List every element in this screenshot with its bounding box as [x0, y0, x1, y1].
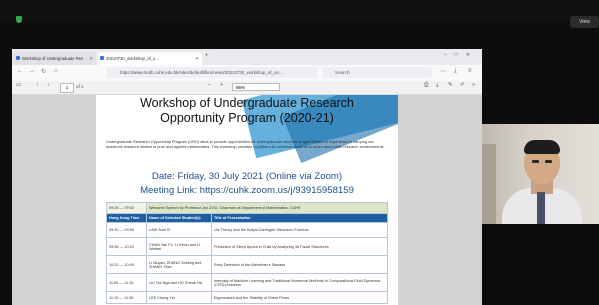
speaker-tie [537, 192, 545, 224]
speaker-eye [545, 160, 552, 163]
prev-page-icon[interactable]: ↑ [36, 82, 39, 88]
table-cell: 11:15 — 11:30 [106, 291, 147, 304]
tab-label: Workshop of Undergraduate Res [22, 56, 84, 61]
menu-icon[interactable]: ≡ [468, 68, 472, 74]
bookshelf [482, 144, 496, 224]
title-line: Opportunity Program (2020-21) [160, 111, 334, 125]
speaker-video-tile[interactable] [482, 124, 599, 224]
nav-bar: ← → ↻ ⌂ https://www.math.cuhk.edu.hk/sit… [12, 65, 482, 82]
document-title: Workshop of Undergraduate Research Oppor… [96, 95, 398, 125]
address-bar[interactable]: https://www.math.cuhk.edu.hk/sites/defau… [106, 67, 318, 78]
page-number-input[interactable]: 1 [60, 83, 74, 93]
table-cell: 09:30 — 09:55 [106, 222, 147, 238]
column-header: Name of Selected Student(s) [146, 213, 212, 223]
edit-icon[interactable]: ✎ [448, 82, 453, 88]
extensions-icon[interactable]: ⋯ [440, 68, 446, 75]
table-cell: Ulc Theory and the Bolyai-Carriegee Steu… [211, 222, 388, 238]
shared-browser-window: Workshop of Undergraduate Res ✕ 20210730… [12, 49, 482, 305]
table-cell: 11:00 — 11:15 [106, 273, 147, 292]
table-cell: LAW Sum Ki [146, 222, 212, 238]
table-cell: Early Detection of the Alzheimer's Disea… [211, 255, 388, 274]
window-controls[interactable]: –□✕ [444, 52, 478, 58]
forward-icon[interactable]: → [29, 68, 35, 74]
table-cell: Interplay of Machine Learning and Tradit… [211, 273, 388, 292]
sidebar-toggle-icon[interactable]: ▭ [16, 82, 21, 88]
table-row: 09:30 — 09:55 LAW Sum Ki Ulc Theory and … [106, 222, 388, 238]
download-icon[interactable]: ⤓ [454, 68, 457, 75]
event-date: Date: Friday, 30 July 2021 (Online via Z… [151, 171, 343, 182]
table-cell: CHAN Yan Fu, LI Kevin and LI Weiwei [146, 237, 212, 256]
meeting-link[interactable]: Meeting Link: https://cuhk.zoom.us/j/939… [96, 185, 398, 196]
page-icon [16, 56, 20, 60]
table-cell: LIU Tsz Nga and HO Cheuk Hin [146, 273, 212, 292]
reload-icon[interactable]: ↻ [41, 68, 46, 75]
table-header-row: Hong Kong Time Name of Selected Student(… [106, 213, 388, 223]
table-cell: 10:20 — 10:45 [106, 255, 147, 274]
table-row: 11:15 — 11:30 LEE Chung Yin Eigenvalues … [106, 291, 388, 304]
search-input[interactable]: Search [322, 67, 432, 78]
table-row: 09:25 — 09:30 Welcome Speech by Professo… [106, 202, 388, 214]
view-button[interactable]: View [570, 16, 599, 28]
schedule-table: 09:25 — 09:30 Welcome Speech by Professo… [106, 202, 388, 304]
pdf-page: Workshop of Undergraduate Research Oppor… [96, 95, 398, 305]
title-line: Workshop of Undergraduate Research [140, 96, 354, 110]
save-icon[interactable]: ⤓ [436, 82, 438, 89]
table-cell: 09:25 — 09:30 [106, 202, 147, 214]
close-icon[interactable]: ✕ [195, 52, 199, 65]
tab-pdf[interactable]: 20210730_workshop_of_u... ✕ [98, 52, 202, 65]
zoom-top-bar [0, 0, 599, 22]
document-intro: Undergraduate Research Opportunity Progr… [106, 139, 385, 150]
print-icon[interactable]: ⎙ [424, 82, 428, 89]
next-page-icon[interactable]: ↓ [47, 82, 50, 88]
tab-label: 20210730_workshop_of_u... [106, 56, 159, 61]
table-row: 10:20 — 10:45 LI Muyao, ZHANG Xinfang an… [106, 255, 388, 274]
home-icon[interactable]: ⌂ [54, 68, 58, 74]
table-row: 09:55 — 10:20 CHAN Yan Fu, LI Kevin and … [106, 237, 388, 256]
table-cell: 09:55 — 10:20 [106, 237, 147, 256]
pdf-viewer[interactable]: Workshop of Undergraduate Research Oppor… [12, 95, 482, 305]
more-tools-icon[interactable]: » [472, 82, 475, 88]
tab-workshop[interactable]: Workshop of Undergraduate Res ✕ [14, 52, 96, 65]
table-cell: LEE Chung Yin [146, 291, 212, 304]
pdf-icon [100, 56, 104, 60]
tab-strip: Workshop of Undergraduate Res ✕ 20210730… [12, 49, 482, 65]
table-cell: Welcome Speech by Professor Jun ZOU, Cha… [146, 202, 388, 214]
zoom-in-icon[interactable]: + [220, 82, 223, 88]
zoom-select[interactable]: 86% [232, 83, 280, 91]
pdf-toolbar: ▭ ↑ ↓ 1 of 1 − + 86% ⎙ ⤓ ✎ ✐ » [12, 81, 482, 95]
column-header: Hong Kong Time [106, 213, 147, 223]
draw-icon[interactable]: ✐ [460, 82, 465, 88]
back-icon[interactable]: ← [17, 68, 23, 74]
close-icon[interactable]: ✕ [89, 52, 93, 65]
shield-icon[interactable] [16, 16, 22, 23]
zoom-out-icon[interactable]: − [208, 82, 211, 88]
new-tab-icon[interactable]: + [205, 53, 209, 59]
speaker-eye [532, 160, 539, 163]
column-header: Title of Presentation [211, 213, 388, 223]
table-cell: LI Muyao, ZHANG Xinfang and ZHANG Yifan [146, 255, 212, 274]
speaker-hair [524, 140, 560, 154]
table-cell: Eigenvalues and the Stability of Shear F… [211, 291, 388, 304]
page-total: of 1 [76, 84, 84, 89]
table-cell: Prediction of Sleep Apnea in Child by An… [211, 237, 388, 256]
table-row: 11:00 — 11:15 LIU Tsz Nga and HO Cheuk H… [106, 273, 388, 292]
